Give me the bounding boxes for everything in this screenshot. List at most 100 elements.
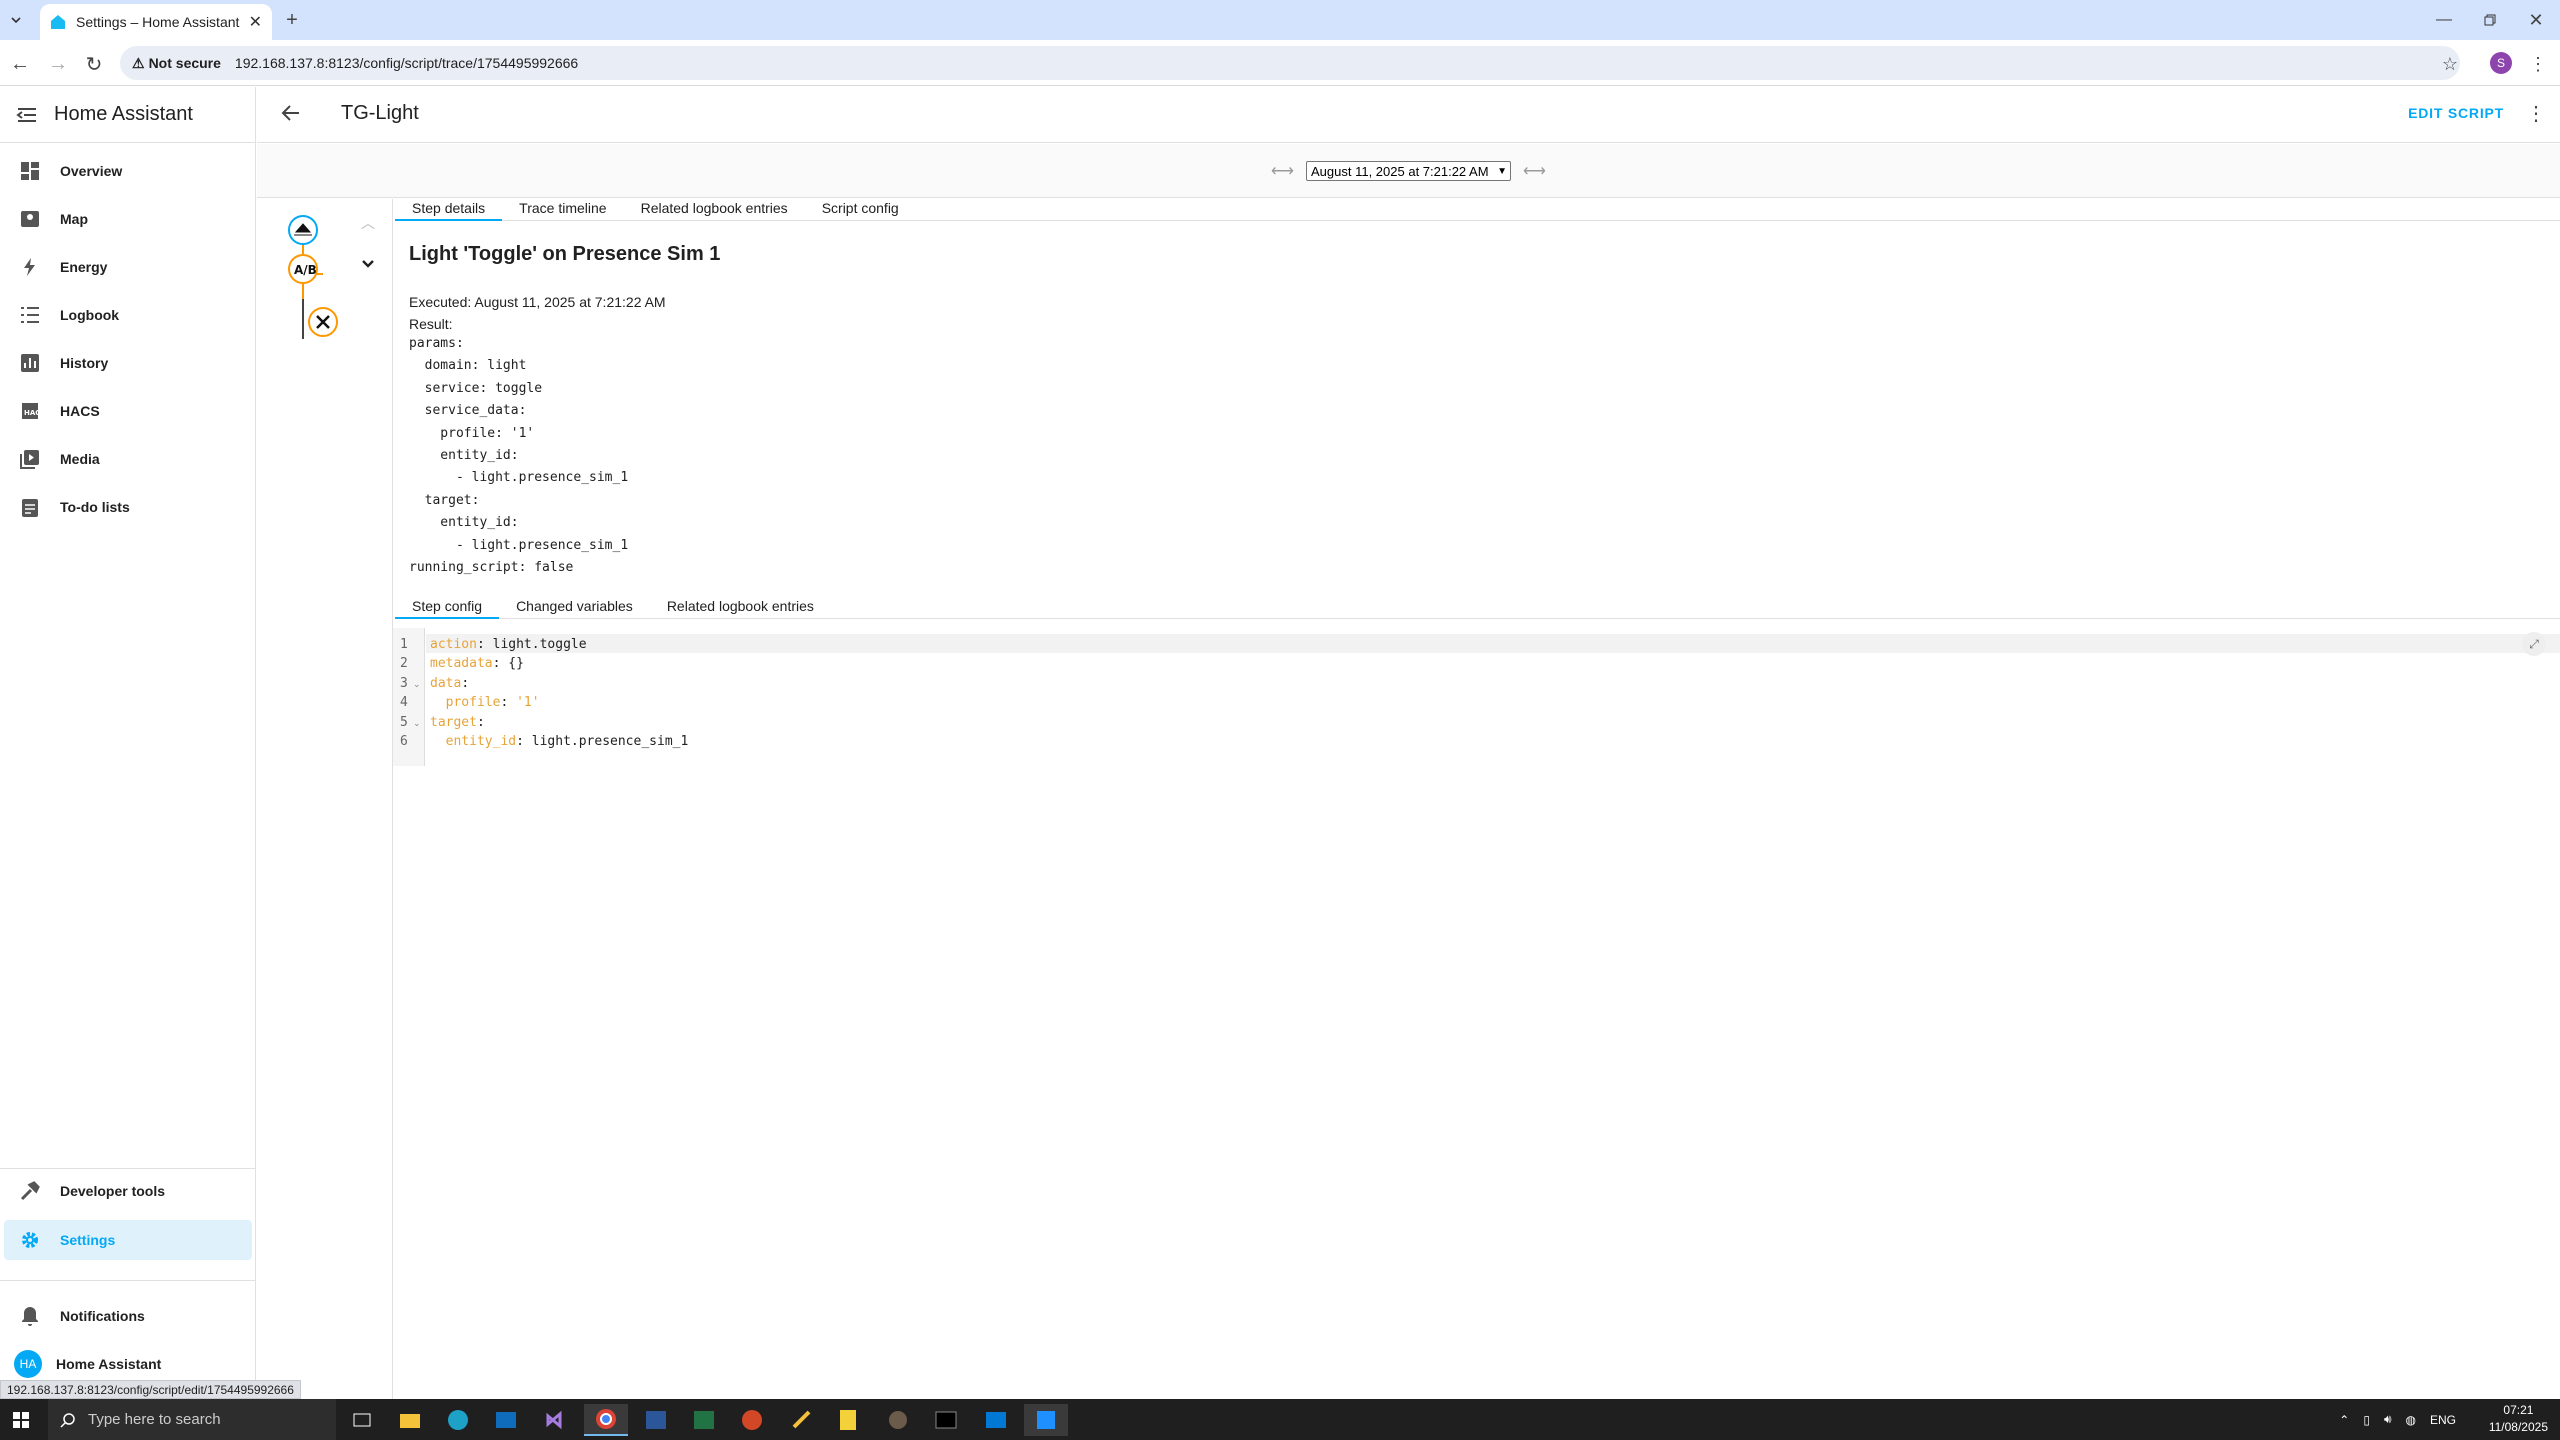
sidebar-item-media[interactable]: Media xyxy=(4,439,252,479)
lightning-icon xyxy=(18,255,42,279)
sidebar-item-todo[interactable]: To-do lists xyxy=(4,487,252,527)
bookmark-star-icon[interactable]: ☆ xyxy=(2438,52,2462,76)
omnibox[interactable]: ⚠ Not secure 192.168.137.8:8123/config/s… xyxy=(120,46,2460,80)
menu-toggle-icon[interactable] xyxy=(16,106,38,124)
overflow-menu-icon[interactable]: ⋮ xyxy=(2526,101,2546,126)
chrome-icon[interactable] xyxy=(584,1404,628,1436)
tab-step-config[interactable]: Step config xyxy=(395,597,500,619)
code-line: target: xyxy=(430,715,485,730)
trace-tabs: Step details Trace timeline Related logb… xyxy=(395,199,2560,221)
tab-changed-variables[interactable]: Changed variables xyxy=(499,597,650,619)
browser-tab[interactable]: Settings – Home Assistant ✕ xyxy=(40,4,272,40)
sidebar-item-overview[interactable]: Overview xyxy=(4,151,252,191)
new-tab-icon[interactable]: + xyxy=(282,9,302,31)
network-icon[interactable]: ◍ xyxy=(2406,1413,2416,1427)
close-window-icon[interactable]: ✕ xyxy=(2524,8,2548,32)
sidebar-item-hacs[interactable]: HACS HACS xyxy=(4,391,252,431)
taskbar-search[interactable]: Type here to search xyxy=(48,1399,336,1440)
back-icon[interactable]: ← xyxy=(8,52,32,76)
profile-avatar[interactable]: S xyxy=(2490,52,2512,74)
notes-icon[interactable] xyxy=(826,1404,870,1436)
task-view-icon[interactable] xyxy=(340,1404,384,1436)
fold-icon[interactable]: ⌄ xyxy=(413,718,421,729)
newer-trace-icon[interactable]: ⟷ xyxy=(1523,161,1546,181)
code-line: metadata: {} xyxy=(430,656,524,671)
chart-icon xyxy=(18,351,42,375)
sidebar-item-energy[interactable]: Energy xyxy=(4,247,252,287)
sidebar-title: Home Assistant xyxy=(54,103,193,125)
tab-script-config[interactable]: Script config xyxy=(805,199,916,221)
sidebar-header: Home Assistant xyxy=(0,87,256,143)
terminal-icon[interactable] xyxy=(924,1404,968,1436)
close-tab-icon[interactable]: ✕ xyxy=(249,12,262,32)
yaml-key: target xyxy=(430,715,477,730)
forward-icon[interactable]: → xyxy=(46,52,70,76)
hacs-icon: HACS xyxy=(18,399,42,423)
result-yaml: params: domain: light service: toggle se… xyxy=(409,336,629,576)
battery-icon[interactable]: ▯ xyxy=(2363,1413,2370,1427)
editor-gutter xyxy=(393,628,425,766)
step-tabs: Step config Changed variables Related lo… xyxy=(395,597,2560,619)
clock[interactable]: 07:21 11/08/2025 xyxy=(2489,1402,2548,1436)
sidebar-item-label: Settings xyxy=(60,1232,116,1248)
page-title: TG-Light xyxy=(341,102,419,124)
gear-icon xyxy=(18,1228,42,1252)
yaml-value: light.toggle xyxy=(484,637,587,652)
active-line-highlight xyxy=(426,634,2560,653)
visual-studio-icon[interactable] xyxy=(534,1404,578,1436)
chevron-up-icon[interactable]: ⌃ xyxy=(2339,1413,2349,1427)
older-trace-icon[interactable]: ⟷ xyxy=(1271,161,1294,181)
word-icon[interactable] xyxy=(634,1404,678,1436)
svg-text:A/B: A/B xyxy=(294,263,317,277)
reload-icon[interactable]: ↻ xyxy=(82,52,106,76)
trace-select[interactable]: August 11, 2025 at 7:21:22 AM ▼ xyxy=(1306,161,1511,181)
app-icon[interactable] xyxy=(876,1404,920,1436)
app-icon[interactable] xyxy=(780,1404,824,1436)
chevron-up-icon[interactable]: ︿ xyxy=(361,213,375,233)
fullscreen-icon[interactable]: ⤢ xyxy=(2522,632,2546,656)
clipboard-icon xyxy=(18,495,42,519)
url-text[interactable]: 192.168.137.8:8123/config/script/trace/1… xyxy=(235,55,578,71)
restore-icon[interactable] xyxy=(2478,8,2502,32)
page-header: TG-Light EDIT SCRIPT ⋮ xyxy=(257,87,2560,143)
sidebar-item-developer-tools[interactable]: Developer tools xyxy=(4,1171,252,1211)
sidebar-item-logbook[interactable]: Logbook xyxy=(4,295,252,335)
tab-search-icon[interactable] xyxy=(6,10,26,30)
outlook-icon[interactable] xyxy=(484,1404,528,1436)
line-number: 5 xyxy=(400,715,408,730)
yaml-value: '1' xyxy=(508,695,540,710)
chevron-down-icon: ▼ xyxy=(1497,165,1507,177)
chevron-down-icon[interactable] xyxy=(361,259,375,269)
sidebar-item-map[interactable]: Map xyxy=(4,199,252,239)
tab-related-logbook-entries[interactable]: Related logbook entries xyxy=(650,597,831,619)
browser-menu-icon[interactable]: ⋮ xyxy=(2528,52,2548,76)
sidebar-item-history[interactable]: History xyxy=(4,343,252,383)
powerpoint-icon[interactable] xyxy=(730,1404,774,1436)
not-secure-badge[interactable]: ⚠ Not secure xyxy=(132,55,221,72)
sidebar-item-user[interactable]: HA Home Assistant xyxy=(4,1344,252,1384)
sidebar-item-label: Notifications xyxy=(60,1308,145,1324)
tab-trace-timeline[interactable]: Trace timeline xyxy=(502,199,623,221)
remote-desktop-icon[interactable] xyxy=(974,1404,1018,1436)
ha-favicon-icon xyxy=(50,14,66,30)
edge-icon[interactable] xyxy=(436,1404,480,1436)
step-title: Light 'Toggle' on Presence Sim 1 xyxy=(409,243,721,265)
edit-script-button[interactable]: EDIT SCRIPT xyxy=(2408,105,2504,121)
sidebar-item-settings[interactable]: Settings xyxy=(4,1220,252,1260)
minimize-icon[interactable]: — xyxy=(2432,8,2456,32)
sidebar-divider xyxy=(0,1280,256,1281)
svg-text:HACS: HACS xyxy=(24,409,40,417)
file-explorer-icon[interactable] xyxy=(388,1404,432,1436)
sidebar-item-notifications[interactable]: Notifications xyxy=(4,1296,252,1336)
windows-start-icon[interactable] xyxy=(10,1409,32,1431)
volume-icon[interactable]: 🔊︎ xyxy=(2384,1412,2392,1427)
line-number: 2 xyxy=(400,656,408,671)
code-line: data: xyxy=(430,676,470,691)
language-indicator[interactable]: ENG xyxy=(2430,1413,2456,1427)
excel-icon[interactable] xyxy=(682,1404,726,1436)
back-arrow-icon[interactable] xyxy=(281,103,301,123)
tab-step-details[interactable]: Step details xyxy=(395,199,503,221)
tab-related-logbook[interactable]: Related logbook entries xyxy=(624,199,805,221)
fold-icon[interactable]: ⌄ xyxy=(413,679,421,690)
app-icon[interactable] xyxy=(1024,1404,1068,1436)
